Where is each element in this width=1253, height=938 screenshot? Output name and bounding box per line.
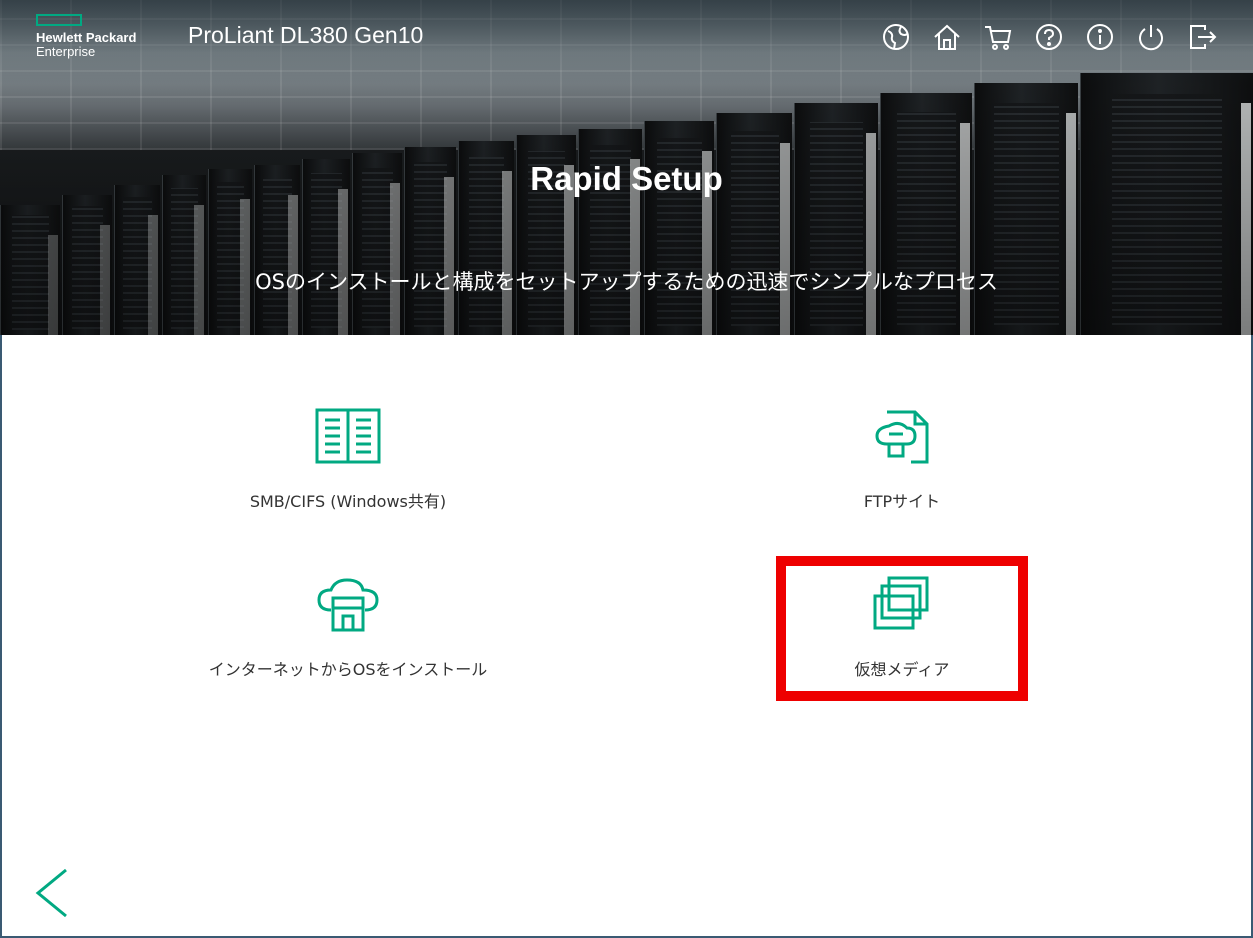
header: Hewlett Packard Enterprise ProLiant DL38… [0, 0, 1253, 72]
selection-highlight [776, 556, 1028, 701]
product-name: ProLiant DL380 Gen10 [188, 22, 424, 48]
cloud-download-icon [313, 574, 383, 634]
header-icons [881, 22, 1217, 52]
logo-bar [36, 14, 82, 26]
option-internet-install[interactable]: インターネットからOSをインストール [158, 574, 538, 680]
hpe-logo: Hewlett Packard Enterprise [36, 14, 176, 60]
option-ftp[interactable]: FTPサイト [712, 406, 1092, 512]
option-label: FTPサイト [863, 492, 941, 511]
help-icon[interactable] [1034, 22, 1064, 52]
logout-icon[interactable] [1187, 22, 1217, 52]
info-icon[interactable] [1085, 22, 1115, 52]
chevron-left-icon[interactable] [32, 866, 72, 920]
option-label: インターネットからOSをインストール [208, 660, 488, 679]
hero-banner: Hewlett Packard Enterprise ProLiant DL38… [0, 0, 1253, 335]
ftp-cloud-icon [867, 406, 937, 466]
option-smb-cifs[interactable]: SMB/CIFS (Windows共有) [158, 406, 538, 512]
power-icon[interactable] [1136, 22, 1166, 52]
page-subtitle: OSのインストールと構成をセットアップするための迅速でシンプルなプロセス [255, 270, 998, 294]
option-label: SMB/CIFS (Windows共有) [249, 492, 447, 511]
home-icon[interactable] [932, 22, 962, 52]
cart-icon[interactable] [983, 22, 1013, 52]
logo-line2: Enterprise [36, 44, 96, 59]
page-title: Rapid Setup [530, 160, 723, 197]
book-icon [313, 406, 383, 466]
globe-icon[interactable] [881, 22, 911, 52]
logo-line1: Hewlett Packard [36, 30, 137, 45]
